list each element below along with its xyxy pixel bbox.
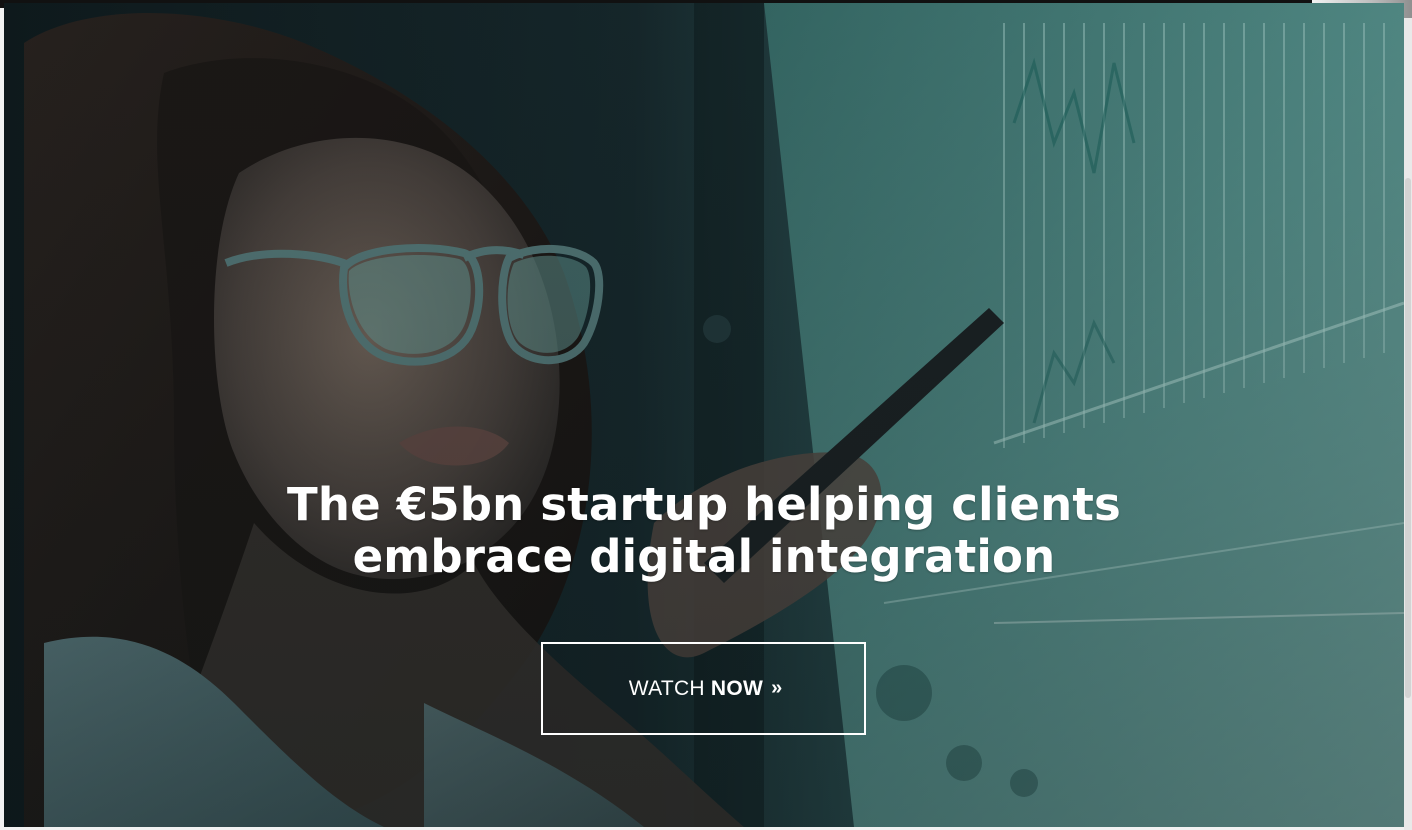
watch-now-label-light: WATCH [628, 676, 705, 700]
double-chevron-right-icon: » [771, 677, 782, 699]
headline-line-2: embrace digital integration [352, 530, 1056, 583]
watch-now-button[interactable]: WATCH NOW » [541, 642, 866, 735]
page-scrollbar[interactable] [1404, 18, 1412, 830]
headline-line-1: The €5bn startup helping clients [286, 478, 1122, 531]
hero-banner[interactable]: The €5bn startup helping clients embrace… [4, 3, 1404, 827]
watch-now-label-bold: NOW [710, 676, 764, 700]
page: The €5bn startup helping clients embrace… [0, 0, 1412, 830]
scrollbar-thumb[interactable] [1405, 178, 1411, 698]
hero-headline: The €5bn startup helping clients embrace… [4, 479, 1404, 583]
